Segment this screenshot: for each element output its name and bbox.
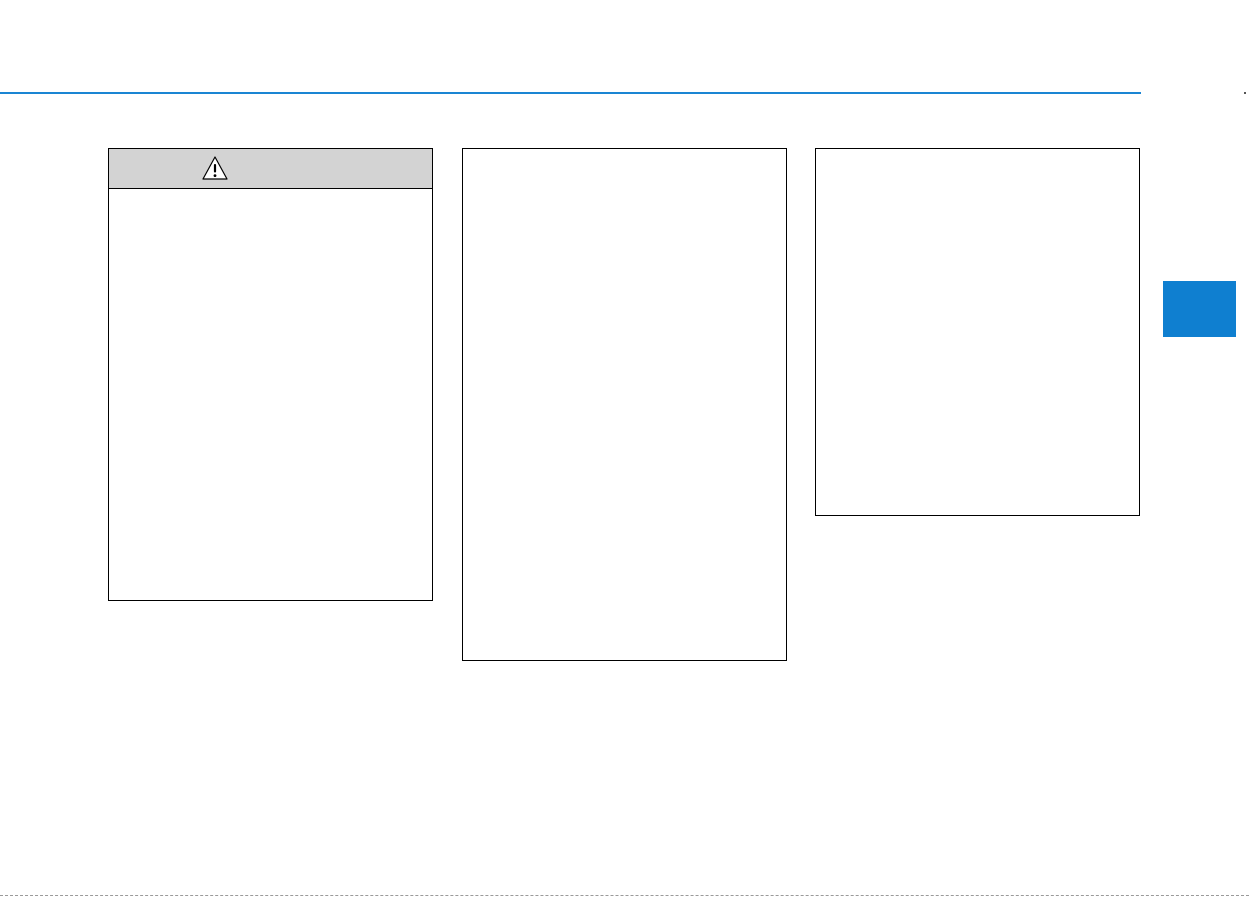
warning-header [109, 149, 432, 189]
warning-box [108, 148, 433, 601]
footer-rule [0, 895, 1249, 896]
section-tab[interactable] [1163, 281, 1236, 337]
header-rule [0, 92, 1141, 94]
note-box [462, 148, 787, 661]
corner-mark [1244, 92, 1246, 94]
warning-triangle-icon [202, 156, 228, 180]
note-box [815, 148, 1140, 516]
